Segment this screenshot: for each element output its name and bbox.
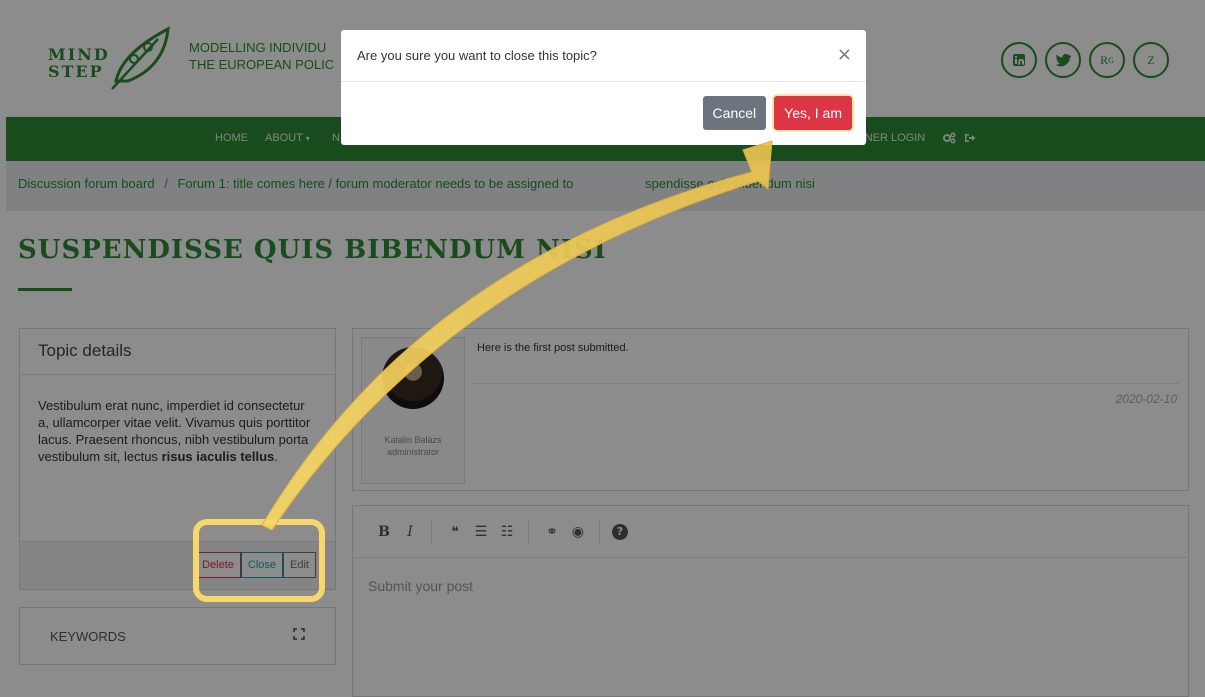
dialog-title: Are you sure you want to close this topi… — [357, 48, 597, 63]
cancel-button[interactable]: Cancel — [702, 96, 767, 130]
confirm-close-dialog: Are you sure you want to close this topi… — [341, 30, 866, 145]
close-icon[interactable]: × — [837, 44, 852, 65]
dialog-footer: Cancel Yes, I am — [702, 96, 852, 130]
annotation-highlight — [193, 519, 325, 602]
confirm-button[interactable]: Yes, I am — [774, 96, 852, 130]
dialog-header: Are you sure you want to close this topi… — [341, 30, 866, 82]
